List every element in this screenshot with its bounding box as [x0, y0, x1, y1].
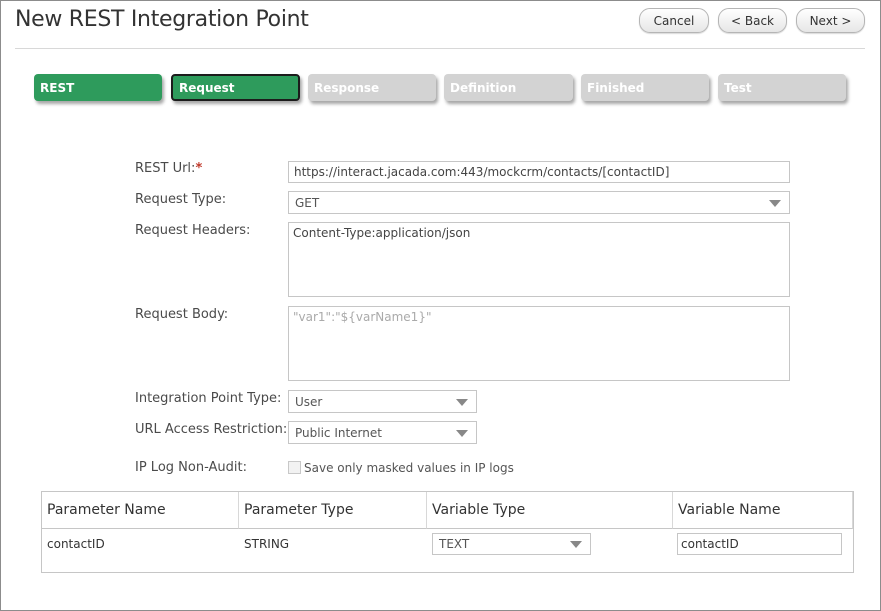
- ip-log-checkbox-label: Save only masked values in IP logs: [304, 461, 514, 475]
- chevron-down-icon: [456, 429, 468, 437]
- column-header-parameter-type[interactable]: Parameter Type: [239, 492, 427, 529]
- variable-type-value: TEXT: [439, 537, 470, 551]
- next-button[interactable]: Next >: [796, 8, 865, 33]
- column-header-variable-type[interactable]: Variable Type: [427, 492, 673, 529]
- step-response[interactable]: Response: [308, 74, 436, 101]
- request-headers-textarea[interactable]: Content-Type:application/json: [288, 222, 790, 297]
- chevron-down-icon: [456, 398, 468, 406]
- ip-log-label: IP Log Non-Audit:: [135, 460, 247, 475]
- rest-url-label-text: REST Url:: [135, 161, 196, 176]
- step-request[interactable]: Request: [171, 74, 300, 101]
- back-button[interactable]: < Back: [718, 8, 787, 33]
- step-label: Test: [724, 80, 752, 95]
- step-label: Request: [179, 80, 235, 95]
- step-test[interactable]: Test: [718, 74, 846, 101]
- column-header-variable-name[interactable]: Variable Name: [673, 492, 853, 529]
- step-label: REST: [40, 80, 75, 95]
- chevron-down-icon: [769, 199, 781, 207]
- url-access-value: Public Internet: [295, 425, 382, 440]
- parameter-type-cell: STRING: [244, 537, 290, 551]
- request-type-label: Request Type:: [135, 192, 227, 207]
- url-access-select[interactable]: Public Internet: [288, 421, 477, 444]
- request-type-value: GET: [295, 195, 320, 210]
- header-divider: [15, 48, 865, 49]
- variable-name-input[interactable]: [677, 533, 842, 555]
- required-marker: *: [195, 161, 203, 176]
- step-rest[interactable]: REST: [34, 74, 162, 101]
- step-label: Definition: [450, 80, 517, 95]
- step-label: Finished: [587, 80, 645, 95]
- step-finished[interactable]: Finished: [581, 74, 709, 101]
- parameters-table: Parameter Name Parameter Type Variable T…: [41, 491, 854, 573]
- request-body-textarea[interactable]: "var1":"${varName1}": [288, 306, 790, 381]
- request-type-select[interactable]: GET: [288, 191, 790, 214]
- request-headers-label: Request Headers:: [135, 223, 251, 238]
- ip-type-select[interactable]: User: [288, 390, 477, 413]
- url-access-label: URL Access Restriction:: [135, 422, 288, 437]
- parameter-name-cell: contactID: [47, 537, 105, 551]
- cancel-button[interactable]: Cancel: [639, 8, 709, 33]
- dialog-window: New REST Integration Point Cancel < Back…: [0, 0, 881, 611]
- page-title: New REST Integration Point: [15, 7, 309, 32]
- ip-log-checkbox[interactable]: [288, 461, 301, 474]
- variable-type-select[interactable]: TEXT: [432, 533, 591, 555]
- step-label: Response: [314, 80, 380, 95]
- ip-type-value: User: [295, 394, 323, 409]
- chevron-down-icon: [570, 541, 582, 548]
- request-body-label: Request Body:: [135, 307, 229, 322]
- rest-url-label: REST Url:*: [135, 161, 202, 176]
- rest-url-input[interactable]: [288, 161, 790, 183]
- ip-type-label: Integration Point Type:: [135, 391, 282, 406]
- step-definition[interactable]: Definition: [444, 74, 573, 101]
- column-header-parameter-name[interactable]: Parameter Name: [42, 492, 239, 529]
